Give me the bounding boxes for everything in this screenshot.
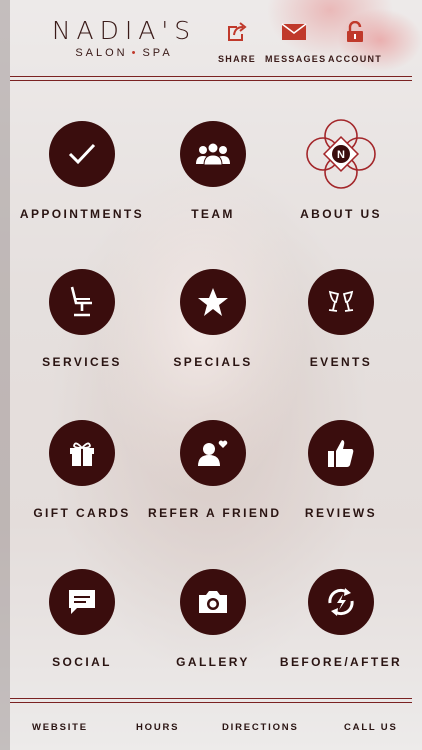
champagne-icon [308, 269, 374, 335]
tile-label: GIFT CARDS [33, 506, 131, 520]
tile-label: ABOUT US [300, 207, 382, 221]
footer-directions-link[interactable]: DIRECTIONS [222, 722, 299, 733]
camera-icon [180, 569, 246, 635]
brand-sub-left: SALON [75, 47, 128, 59]
brand-subtitle: SALON • SPA [44, 47, 204, 59]
tile-gallery[interactable]: GALLERY [148, 569, 278, 669]
brand-sub-right: SPA [142, 47, 173, 59]
brand-logo: NADIA'S SALON • SPA [44, 16, 204, 59]
account-button[interactable]: ACCOUNT [328, 20, 382, 64]
before-after-icon [308, 569, 374, 635]
header-rule-bottom [10, 80, 412, 81]
brand-sub-dot: • [131, 47, 139, 59]
chat-bubble-icon [49, 569, 115, 635]
account-label: ACCOUNT [328, 54, 383, 64]
header-rule-top [10, 76, 412, 77]
tile-services[interactable]: SERVICES [17, 269, 147, 369]
checkmark-icon [49, 121, 115, 187]
salon-chair-icon [49, 269, 115, 335]
footer-hours-link[interactable]: HOURS [136, 722, 179, 733]
refer-friend-icon [180, 420, 246, 486]
tile-label: TEAM [191, 207, 235, 221]
left-edge-shadow [0, 0, 10, 750]
thumbs-up-icon [308, 420, 374, 486]
team-icon [180, 121, 246, 187]
share-icon [218, 20, 256, 44]
footer-rule-bottom [10, 702, 412, 703]
footer-rule-top [10, 698, 412, 699]
tile-label: SPECIALS [173, 355, 253, 369]
logo-emblem-icon: N [303, 116, 379, 192]
tile-label: SOCIAL [52, 655, 112, 669]
share-button[interactable]: SHARE [218, 20, 256, 64]
footer-call-us-link[interactable]: CALL US [344, 722, 398, 733]
tile-reviews[interactable]: REVIEWS [276, 420, 406, 520]
tile-label: REVIEWS [304, 506, 378, 520]
tile-before-after[interactable]: BEFORE/AFTER [276, 569, 406, 669]
emblem-letter: N [337, 149, 345, 161]
app-header: NADIA'S SALON • SPA SHARE MESSAGES ACCOU… [0, 0, 422, 80]
tile-about-us[interactable]: N ABOUT US [276, 116, 406, 221]
messages-button[interactable]: MESSAGES [265, 20, 327, 64]
footer-website-link[interactable]: WEBSITE [32, 722, 88, 733]
gift-icon [49, 420, 115, 486]
tile-label: REFER A FRIEND [148, 506, 282, 520]
tile-gift-cards[interactable]: GIFT CARDS [17, 420, 147, 520]
tile-label: EVENTS [309, 355, 373, 369]
messages-label: MESSAGES [265, 54, 327, 64]
tile-label: APPOINTMENTS [19, 207, 145, 221]
tile-social[interactable]: SOCIAL [17, 569, 147, 669]
envelope-icon [265, 20, 323, 44]
tile-team[interactable]: TEAM [148, 121, 278, 221]
tile-events[interactable]: EVENTS [276, 269, 406, 369]
tile-appointments[interactable]: APPOINTMENTS [17, 121, 147, 221]
share-label: SHARE [218, 54, 257, 64]
tile-specials[interactable]: SPECIALS [148, 269, 278, 369]
tile-label: BEFORE/AFTER [279, 655, 403, 669]
tile-label: SERVICES [42, 355, 122, 369]
tile-refer-a-friend[interactable]: REFER A FRIEND [148, 420, 282, 520]
star-icon [180, 269, 246, 335]
tile-label: GALLERY [176, 655, 250, 669]
lock-icon [328, 20, 382, 44]
brand-name: NADIA'S [51, 16, 197, 45]
